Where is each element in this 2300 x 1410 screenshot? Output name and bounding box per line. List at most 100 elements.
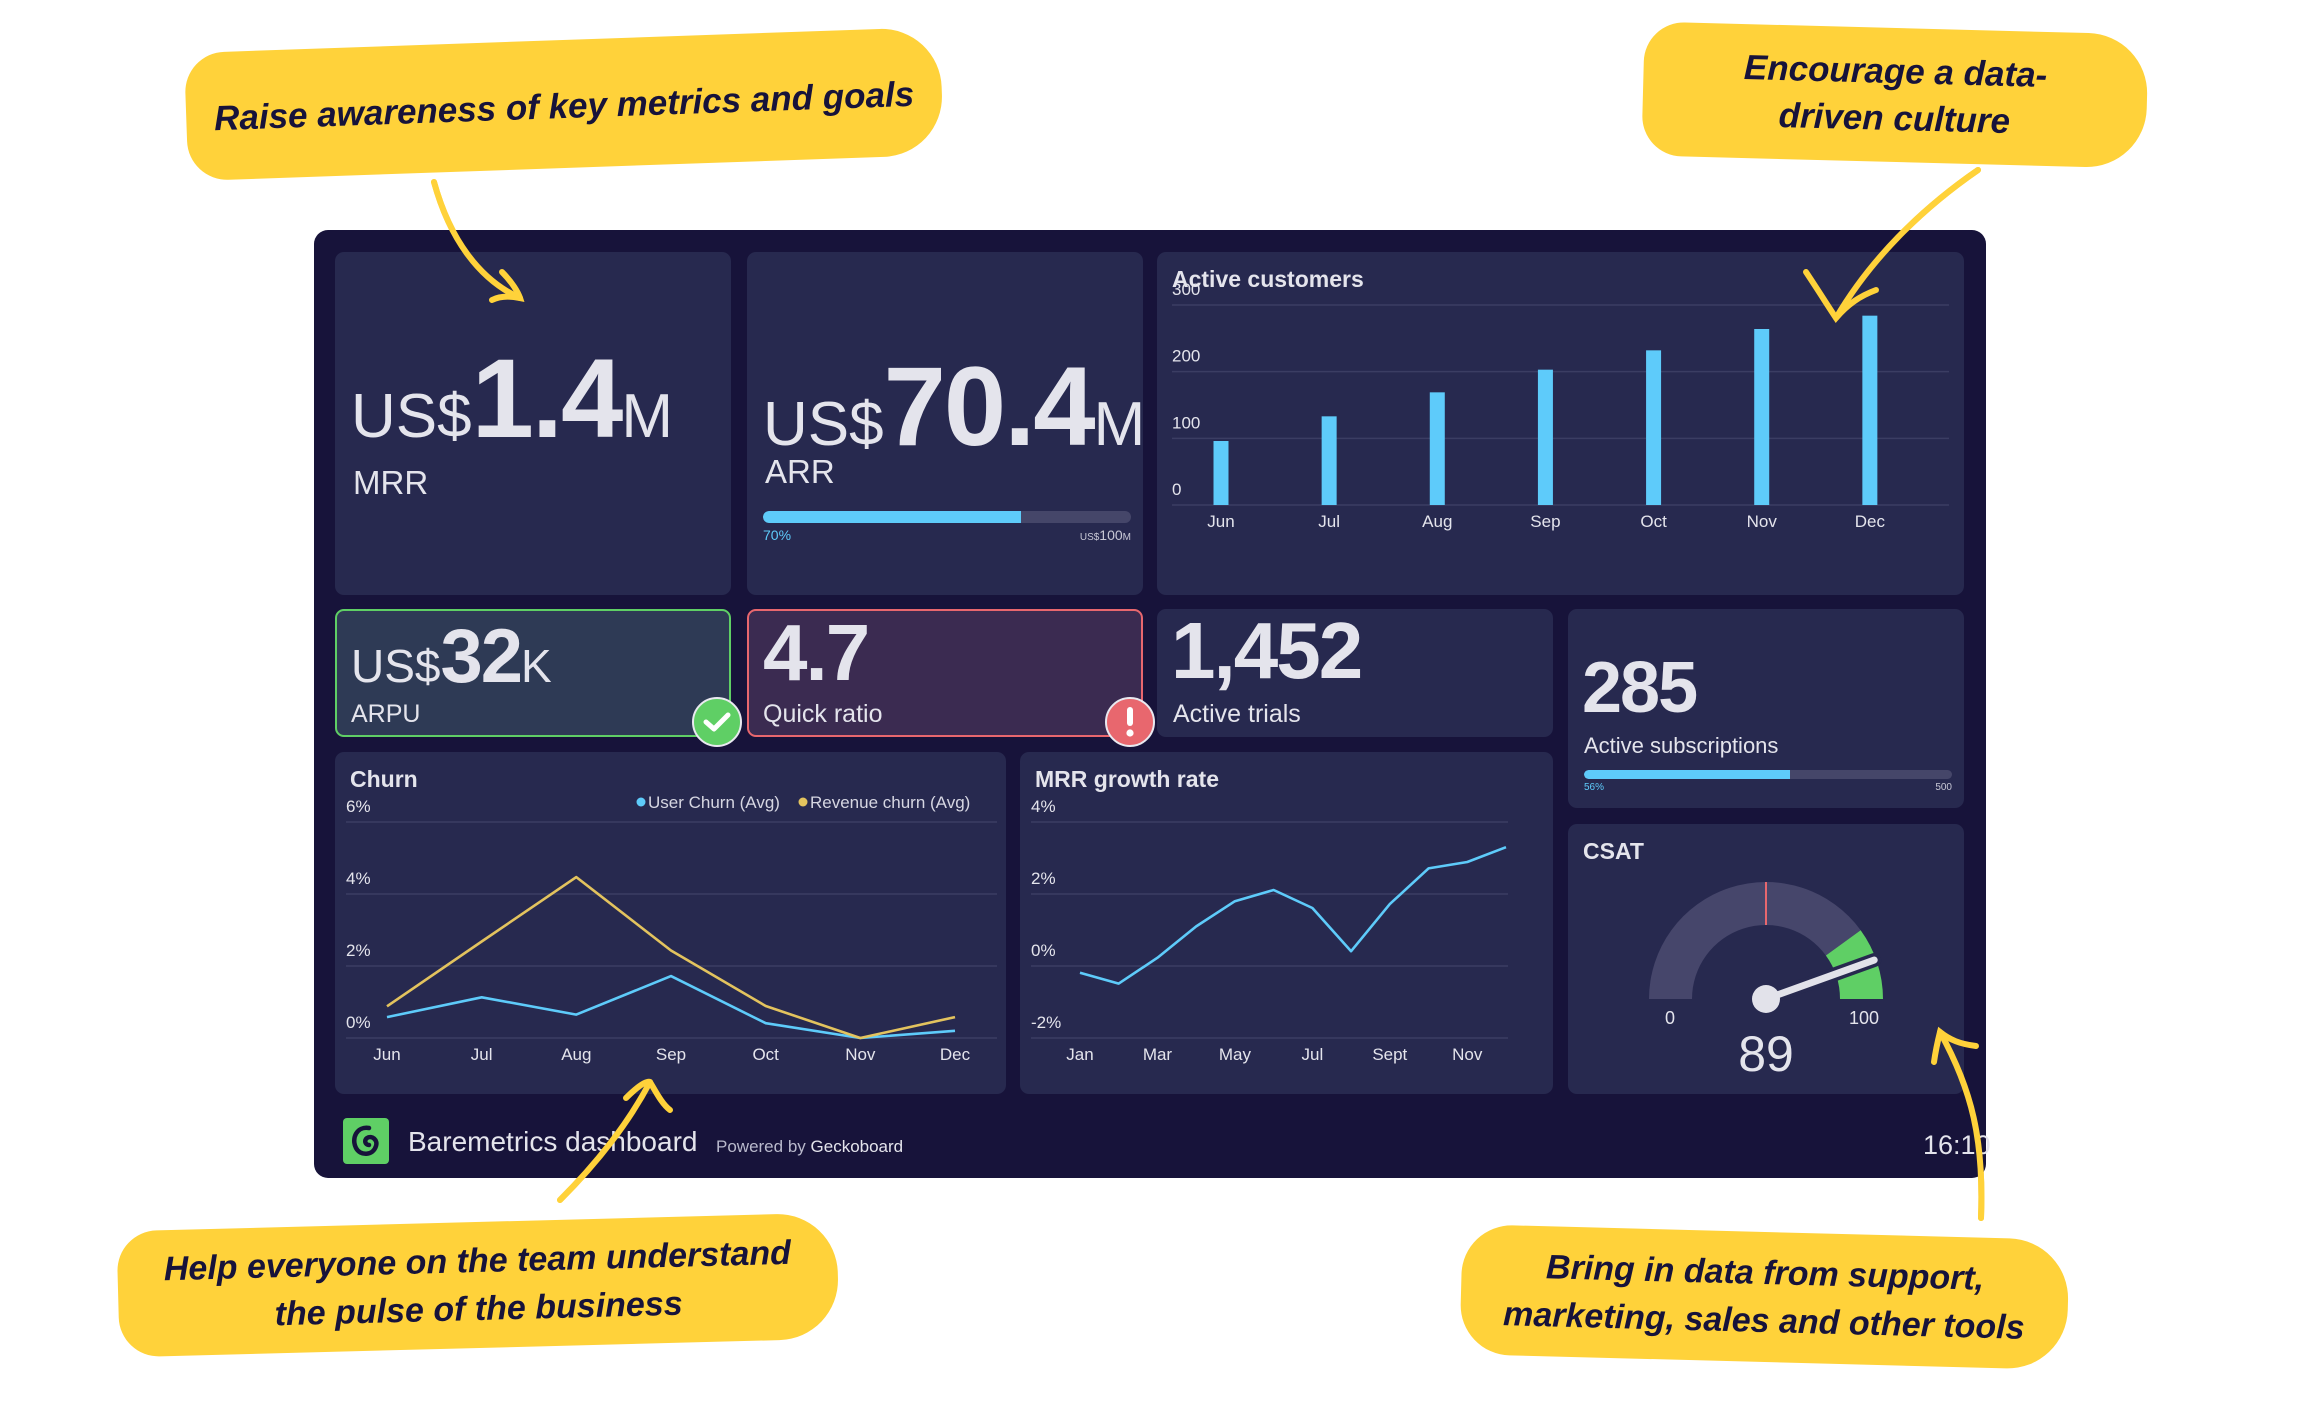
bar-dec: [1862, 315, 1878, 505]
y-tick-label: 4%: [1031, 797, 1056, 816]
series-line-user-churn-avg-: [386, 974, 956, 1040]
target-value: 100: [1099, 527, 1123, 543]
gauge-min-label: 0: [1665, 1008, 1675, 1028]
currency-prefix: US$: [763, 390, 884, 459]
churn-chart: 0% 2% 4% 6% Jun Jul Aug Sep Oct Nov Dec User Churn …: [346, 793, 997, 1064]
csat-gauge: 0 100 89: [1649, 882, 1883, 1082]
y-tick-label: 2%: [346, 941, 371, 960]
y-tick-label: 100: [1172, 413, 1200, 432]
callout-text: Raise awareness of key metrics and goals: [213, 74, 915, 139]
widget-mrr[interactable]: US$1.4M MRR: [335, 252, 731, 595]
bar-jun: [1213, 441, 1229, 505]
y-tick-label: 300: [1172, 280, 1200, 299]
powered-by-brand: Geckoboard: [810, 1137, 904, 1156]
arpu-number: 32: [440, 614, 523, 699]
bar-nov: [1754, 329, 1770, 505]
callout-integrations: Bring in data from support, marketing, s…: [1459, 1224, 2070, 1370]
callout-text-line-2: driven culture: [1778, 95, 2011, 142]
powered-by-prefix: Powered by: [716, 1137, 806, 1156]
legend-marker: [798, 797, 808, 807]
active-subscriptions-label: Active subscriptions: [1584, 733, 1779, 758]
gauge-value: 89: [1738, 1026, 1794, 1082]
powered-by: Powered by Geckoboard: [716, 1137, 903, 1157]
active-subscriptions-number: 285: [1582, 648, 1698, 728]
widget-active-subscriptions[interactable]: 285 Active subscriptions 56% 500: [1568, 609, 1964, 808]
callout-pulse: Help everyone on the team understand the…: [116, 1212, 840, 1358]
exclamation-icon: [1105, 697, 1155, 747]
y-tick-label: 2%: [1031, 869, 1056, 888]
widget-mrr-growth[interactable]: MRR growth rate -2% 0% 2% 4% Jan Mar May Jul Sep…: [1020, 752, 1553, 1094]
active-trials-label: Active trials: [1173, 700, 1301, 728]
active-trials-value: 1,452: [1171, 605, 1363, 697]
bar-jul: [1321, 416, 1337, 505]
check-icon: [692, 697, 742, 747]
subscriptions-progress-bar: [1584, 770, 1952, 779]
geckoboard-logo-icon: [343, 1118, 389, 1164]
y-tick-label: 0%: [346, 1013, 371, 1032]
widget-active-customers[interactable]: Active customers 0 100 200 300 Jun Jul Aug Sep O…: [1157, 252, 1964, 595]
callout-data-driven: Encourage a data- driven culture: [1641, 21, 2149, 169]
widget-arr[interactable]: US$70.4M ARR 70% US$100M: [747, 252, 1145, 595]
y-tick-label: 0: [1172, 480, 1181, 499]
bar-oct: [1646, 350, 1662, 505]
x-tick-label: Jul: [1301, 1045, 1323, 1064]
legend-label: Revenue churn (Avg): [810, 793, 970, 812]
widget-csat[interactable]: CSAT 0 100 89: [1568, 824, 1964, 1094]
x-tick-label: Nov: [1747, 512, 1778, 531]
arr-progress-percent: 70%: [763, 527, 792, 543]
x-tick-label: Nov: [1452, 1045, 1483, 1064]
dashboard-clock: 16:10: [1923, 1130, 1991, 1160]
series-line-revenue-churn-avg-: [386, 875, 956, 1040]
y-tick-label: 0%: [1031, 941, 1056, 960]
widget-arpu[interactable]: US$32K ARPU: [335, 609, 731, 737]
active-trials-number: 1,452: [1171, 606, 1363, 695]
x-tick-label: Dec: [940, 1045, 971, 1064]
callout-text-line-2: the pulse of the business: [274, 1284, 684, 1334]
x-tick-label: Nov: [845, 1045, 876, 1064]
legend-label: User Churn (Avg): [648, 793, 780, 812]
subscriptions-progress-percent: 56%: [1584, 782, 1605, 793]
x-tick-label: Sept: [1372, 1045, 1407, 1064]
x-tick-label: Sep: [656, 1045, 686, 1064]
x-tick-label: Jul: [471, 1045, 493, 1064]
x-tick-label: Jul: [1318, 512, 1340, 531]
callout-text-line-1: Encourage a data-: [1743, 48, 2048, 95]
gauge-max-label: 100: [1849, 1008, 1879, 1028]
mrr-label: MRR: [353, 464, 429, 501]
widget-active-trials[interactable]: 1,452 Active trials: [1157, 606, 1553, 737]
x-tick-label: May: [1219, 1045, 1252, 1064]
quick-ratio-label: Quick ratio: [763, 700, 883, 728]
x-tick-label: Oct: [752, 1045, 779, 1064]
mrr-number: 1.4: [471, 336, 624, 461]
callout-text-line-1: Help everyone on the team understand: [163, 1233, 792, 1289]
x-tick-label: Jan: [1066, 1045, 1093, 1064]
currency-prefix: US$: [351, 640, 441, 692]
target-prefix: US$: [1079, 532, 1100, 543]
active-customers-chart: 0 100 200 300 Jun Jul Aug Sep Oct Nov Dec: [1172, 280, 1949, 531]
mrr-value: US$1.4M: [351, 334, 673, 463]
arpu-label: ARPU: [351, 700, 421, 728]
y-tick-label: 4%: [346, 869, 371, 888]
bar-sep: [1537, 369, 1553, 505]
x-tick-label: Jun: [1207, 512, 1234, 531]
arr-progress-target: US$100M: [1080, 527, 1131, 543]
gauge-needle-hub: [1752, 985, 1780, 1013]
widget-quick-ratio[interactable]: 4.7 Quick ratio: [747, 608, 1143, 737]
dashboard-title: Baremetrics dashboard: [408, 1126, 698, 1157]
target-suffix: M: [1122, 532, 1131, 543]
y-tick-label: 200: [1172, 347, 1200, 366]
widget-churn[interactable]: Churn 0% 2% 4% 6% Jun Jul Aug Sep Oct Nov Dec User …: [335, 752, 1006, 1094]
y-tick-label: -2%: [1031, 1013, 1061, 1032]
x-tick-label: Mar: [1143, 1045, 1173, 1064]
quick-ratio-number: 4.7: [763, 608, 870, 697]
y-tick-label: 6%: [346, 797, 371, 816]
arr-progress-bar: [763, 511, 1131, 523]
callout-raise-awareness: Raise awareness of key metrics and goals: [183, 26, 945, 182]
arpu-value: US$32K: [351, 613, 552, 700]
x-tick-label: Aug: [561, 1045, 591, 1064]
bar-aug: [1429, 392, 1445, 505]
series-line-mrr-growth-rate: [1079, 845, 1507, 985]
subscriptions-progress-target: 500: [1935, 782, 1952, 793]
x-tick-label: Aug: [1422, 512, 1452, 531]
arr-value: US$70.4M: [763, 342, 1145, 471]
